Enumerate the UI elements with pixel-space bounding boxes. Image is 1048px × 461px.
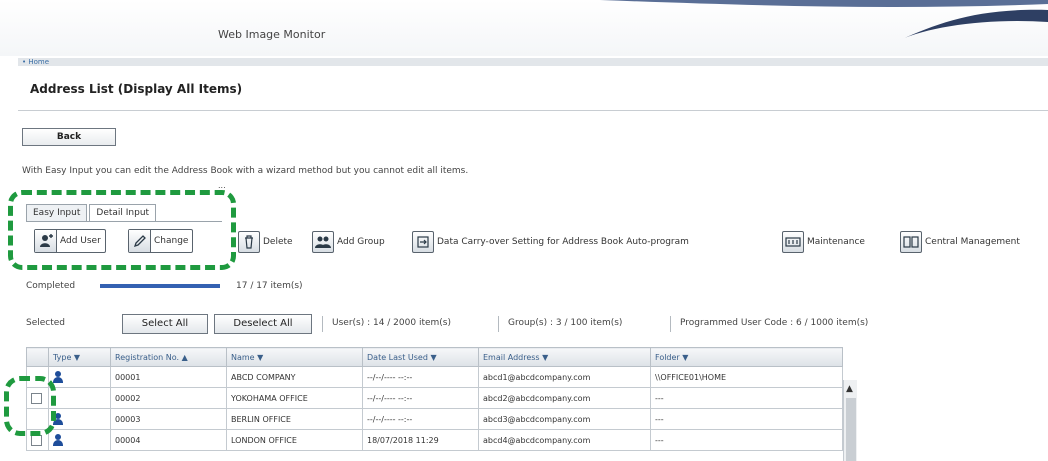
email-cell: abcd1@abcdcompany.com xyxy=(478,366,651,388)
user-code-count: Programmed User Code : 6 / 1000 item(s) xyxy=(680,318,869,328)
table-row[interactable]: 00003 BERLIN OFFICE --/--/---- --:-- abc… xyxy=(26,408,843,430)
banner-swoosh-graphic xyxy=(0,0,1048,40)
tab-easy-input[interactable]: Easy Input xyxy=(26,204,88,222)
selection-bar: Selected Select All Deselect All User(s)… xyxy=(26,314,1048,334)
registration-no-cell: 00004 xyxy=(110,429,227,451)
scroll-up-icon[interactable]: ▲ xyxy=(846,384,853,394)
table-row[interactable]: 00004 LONDON OFFICE 18/07/2018 11:29 abc… xyxy=(26,429,843,451)
registration-no-cell: 00002 xyxy=(110,387,227,409)
table-row[interactable]: 00002 YOKOHAMA OFFICE --/--/---- --:-- a… xyxy=(26,387,843,409)
completed-label: Completed xyxy=(26,281,76,291)
date-last-used-cell: --/--/---- --:-- xyxy=(362,366,479,388)
name-cell: LONDON OFFICE xyxy=(226,429,363,451)
scroll-thumb[interactable] xyxy=(846,398,856,461)
name-cell: ABCD COMPANY xyxy=(226,366,363,388)
maintenance-button[interactable]: Maintenance xyxy=(782,229,865,255)
input-mode-tabs: Easy Input Detail Input xyxy=(26,204,158,222)
completion-progress-fill xyxy=(100,284,220,288)
header-banner: Web Image Monitor xyxy=(0,0,1048,56)
date-last-used-cell: --/--/---- --:-- xyxy=(362,408,479,430)
central-management-label: Central Management xyxy=(925,237,1020,247)
name-cell: YOKOHAMA OFFICE xyxy=(226,387,363,409)
add-user-label: Add User xyxy=(60,236,101,246)
folder-cell: --- xyxy=(650,408,843,430)
title-divider xyxy=(18,110,1048,111)
users-count: User(s) : 14 / 2000 item(s) xyxy=(332,318,451,328)
row-checkbox-cell[interactable] xyxy=(26,387,49,409)
add-user-button[interactable]: Add User xyxy=(34,229,106,253)
add-user-icon xyxy=(35,230,57,252)
row-checkbox-cell[interactable] xyxy=(26,408,49,430)
column-header-email[interactable]: Email Address ▼ xyxy=(478,347,651,367)
user-type-icon xyxy=(53,371,63,383)
folder-cell: --- xyxy=(650,387,843,409)
date-last-used-cell: --/--/---- --:-- xyxy=(362,387,479,409)
tab-underline xyxy=(26,221,222,222)
data-carry-over-button[interactable]: Data Carry-over Setting for Address Book… xyxy=(412,229,689,255)
divider xyxy=(322,316,323,332)
change-label: Change xyxy=(154,236,189,246)
user-type-icon xyxy=(53,413,63,425)
data-carry-over-label: Data Carry-over Setting for Address Book… xyxy=(437,237,689,247)
pencil-icon xyxy=(129,230,151,252)
name-cell: BERLIN OFFICE xyxy=(226,408,363,430)
select-column-header xyxy=(26,347,49,367)
add-group-icon xyxy=(312,231,334,253)
maintenance-label: Maintenance xyxy=(807,237,865,247)
email-cell: abcd2@abcdcompany.com xyxy=(478,387,651,409)
back-button[interactable]: Back xyxy=(22,128,116,146)
column-header-name[interactable]: Name ▼ xyxy=(226,347,363,367)
row-checkbox[interactable] xyxy=(31,392,42,404)
row-checkbox-cell[interactable] xyxy=(26,429,49,451)
delete-label: Delete xyxy=(263,237,293,247)
change-button[interactable]: Change xyxy=(128,229,194,253)
app-title: Web Image Monitor xyxy=(218,28,326,41)
table-header-row: Type ▼ Registration No. ▲ Name ▼ Date La… xyxy=(26,347,843,367)
column-header-registration-no[interactable]: Registration No. ▲ xyxy=(110,347,227,367)
email-cell: abcd3@abcdcompany.com xyxy=(478,408,651,430)
completion-progress-bar xyxy=(100,284,220,288)
registration-no-cell: 00003 xyxy=(110,408,227,430)
central-management-icon xyxy=(900,231,922,253)
deselect-all-button[interactable]: Deselect All xyxy=(214,314,312,334)
add-group-label: Add Group xyxy=(337,237,385,247)
page-title: Address List (Display All Items) xyxy=(30,82,243,96)
maintenance-icon xyxy=(782,231,804,253)
type-cell xyxy=(48,387,111,409)
column-header-type[interactable]: Type ▼ xyxy=(48,347,111,367)
type-cell xyxy=(48,408,111,430)
table-scrollbar[interactable]: ▲ xyxy=(843,380,857,461)
column-header-date-last-used[interactable]: Date Last Used ▼ xyxy=(362,347,479,367)
add-group-button[interactable]: Add Group xyxy=(312,229,385,255)
address-table: Type ▼ Registration No. ▲ Name ▼ Date La… xyxy=(26,347,843,451)
central-management-button[interactable]: Central Management xyxy=(900,229,1020,255)
delete-button[interactable]: Delete xyxy=(238,229,293,255)
info-text: With Easy Input you can edit the Address… xyxy=(22,166,469,176)
divider xyxy=(498,316,499,332)
user-type-icon xyxy=(53,434,63,446)
email-cell: abcd4@abcdcompany.com xyxy=(478,429,651,451)
carry-over-icon xyxy=(412,231,434,253)
selected-label: Selected xyxy=(26,318,66,328)
completed-count: 17 / 17 item(s) xyxy=(236,281,303,291)
select-all-button[interactable]: Select All xyxy=(122,314,208,334)
info-text-continued: ... xyxy=(218,181,226,190)
row-checkbox-cell[interactable] xyxy=(26,366,49,388)
column-header-folder[interactable]: Folder ▼ xyxy=(650,347,843,367)
table-row[interactable]: 00001 ABCD COMPANY --/--/---- --:-- abcd… xyxy=(26,366,843,388)
delete-icon xyxy=(238,231,260,253)
date-last-used-cell: 18/07/2018 11:29 xyxy=(362,429,479,451)
type-cell xyxy=(48,429,111,451)
type-cell xyxy=(48,366,111,388)
registration-no-cell: 00001 xyxy=(110,366,227,388)
home-link[interactable]: • Home xyxy=(18,58,1048,66)
folder-cell: --- xyxy=(650,429,843,451)
row-checkbox[interactable] xyxy=(31,434,42,446)
groups-count: Group(s) : 3 / 100 item(s) xyxy=(508,318,623,328)
tab-detail-input[interactable]: Detail Input xyxy=(89,204,157,222)
divider xyxy=(670,316,671,332)
folder-cell: \\OFFICE01\HOME xyxy=(650,366,843,388)
